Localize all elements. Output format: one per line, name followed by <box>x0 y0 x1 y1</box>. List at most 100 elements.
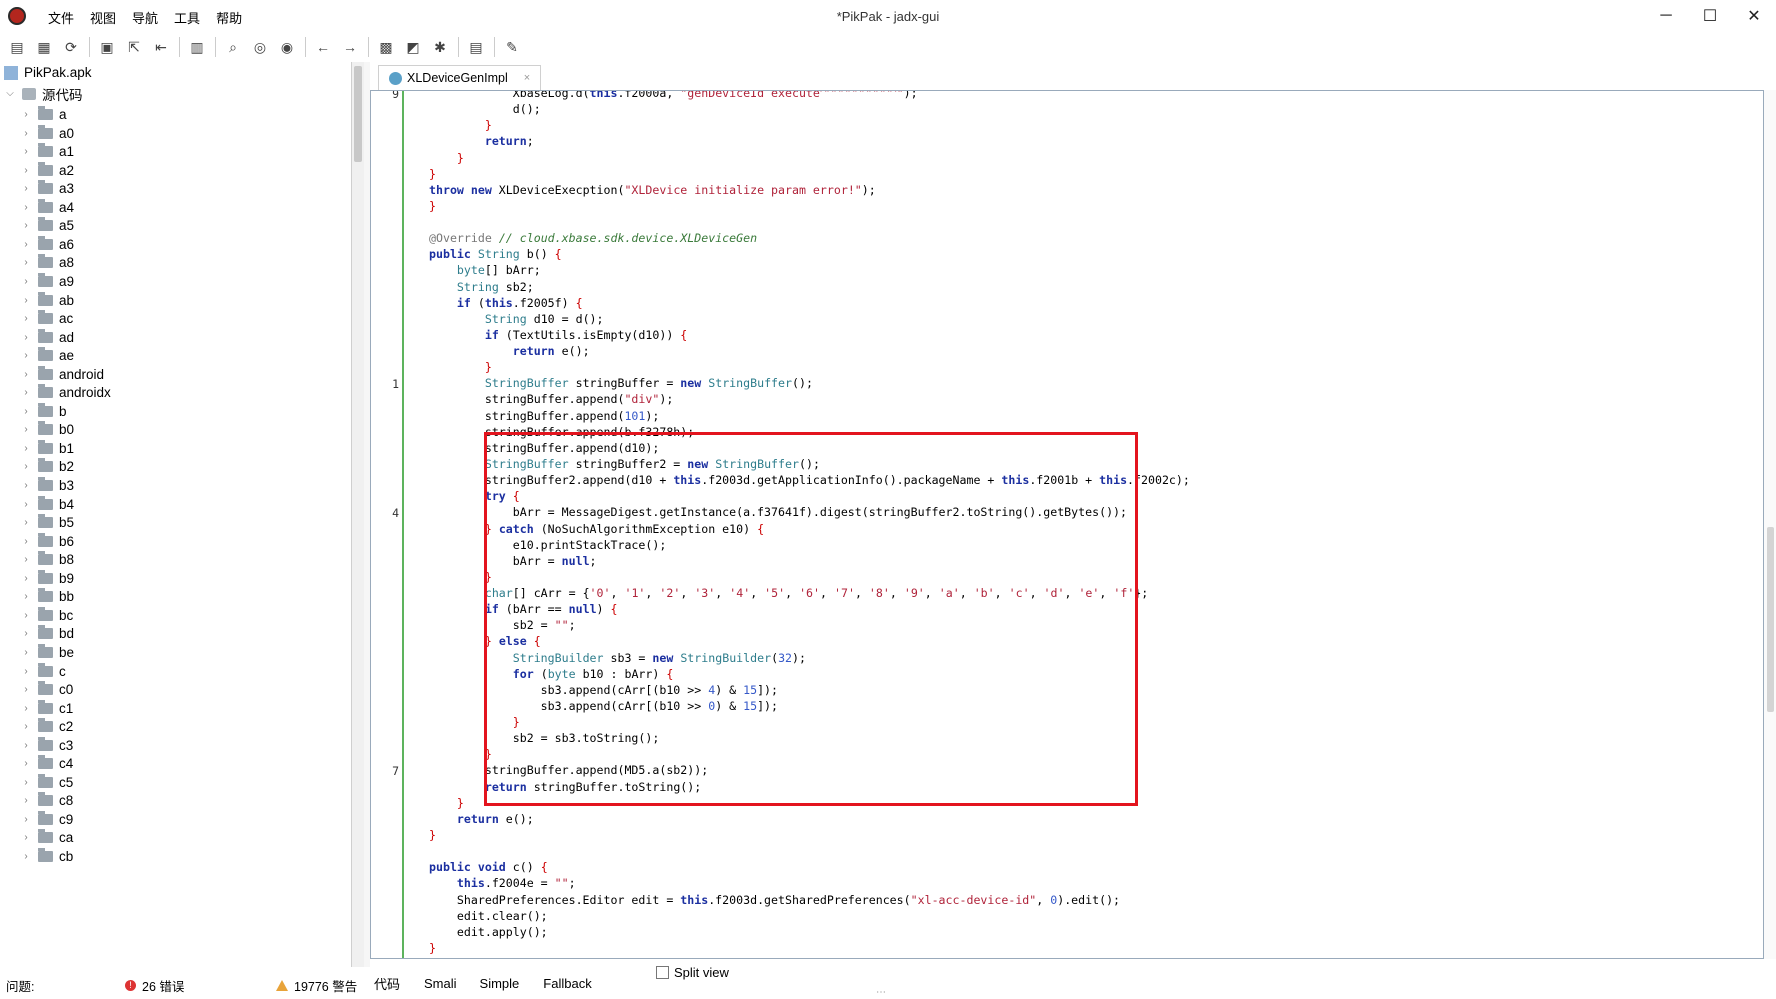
tree-package-cb[interactable]: › cb <box>0 846 350 867</box>
chevron-right-icon[interactable]: › <box>20 703 32 714</box>
chevron-right-icon[interactable]: › <box>20 369 32 380</box>
package-folder-icon <box>38 532 53 547</box>
close-tab-icon[interactable]: × <box>524 72 530 84</box>
tree-root[interactable]: PikPak.apk <box>0 62 350 83</box>
search-class-icon[interactable]: ◎ <box>249 36 271 58</box>
chevron-right-icon[interactable]: › <box>20 499 32 510</box>
menu-view[interactable]: 视图 <box>82 8 124 27</box>
chevron-right-icon[interactable]: › <box>20 684 32 695</box>
chevron-right-icon[interactable]: › <box>20 666 32 677</box>
chevron-right-icon[interactable]: › <box>20 851 32 862</box>
close-button[interactable]: ✕ <box>1732 0 1776 32</box>
chevron-right-icon[interactable]: › <box>20 610 32 621</box>
chevron-right-icon[interactable]: › <box>20 647 32 658</box>
chevron-right-icon[interactable]: › <box>20 443 32 454</box>
chevron-right-icon[interactable]: › <box>20 257 32 268</box>
chevron-right-icon[interactable]: › <box>20 424 32 435</box>
split-view-checkbox[interactable] <box>656 966 669 979</box>
split-view-toggle[interactable]: Split view <box>656 965 729 980</box>
chevron-right-icon[interactable]: › <box>20 814 32 825</box>
package-folder-icon <box>38 848 53 862</box>
chevron-right-icon[interactable]: › <box>20 295 32 306</box>
menu-file[interactable]: 文件 <box>40 8 82 27</box>
tree-scrollbar[interactable] <box>352 62 364 967</box>
chevron-right-icon[interactable]: › <box>20 591 32 602</box>
chevron-down-icon[interactable]: ⌵ <box>4 88 16 99</box>
sync-tree-icon[interactable]: ⇤ <box>150 36 172 58</box>
search-usage-icon[interactable]: ◉ <box>276 36 298 58</box>
menu-help[interactable]: 帮助 <box>208 8 250 27</box>
editor-scrollbar[interactable] <box>1764 90 1776 959</box>
code-line: edit.clear(); <box>429 908 548 923</box>
quark-icon[interactable]: ▩ <box>375 36 397 58</box>
chevron-right-icon[interactable]: › <box>20 517 32 528</box>
chevron-right-icon[interactable]: › <box>20 332 32 343</box>
chevron-right-icon[interactable]: › <box>20 461 32 472</box>
maximize-button[interactable]: ☐ <box>1688 0 1732 32</box>
code-line: } <box>484 118 492 133</box>
chevron-right-icon[interactable]: › <box>20 313 32 324</box>
chevron-right-icon[interactable]: › <box>20 220 32 231</box>
reload-icon[interactable]: ⟳ <box>60 36 82 58</box>
open-file-icon[interactable]: ▤ <box>6 36 28 58</box>
chevron-right-icon[interactable]: › <box>20 387 32 398</box>
chevron-right-icon[interactable]: › <box>20 832 32 843</box>
code-view[interactable]: 9 1 4 7 XbaseLog.d(this.f2000a, "genDeviceI… <box>370 90 1764 959</box>
deobfuscation-icon[interactable]: ◩ <box>402 36 424 58</box>
export-icon[interactable]: ⇱ <box>123 36 145 58</box>
chevron-right-icon[interactable]: › <box>20 758 32 769</box>
chevron-right-icon[interactable]: › <box>20 128 32 139</box>
tree-package-label: ca <box>59 830 74 846</box>
chevron-right-icon[interactable]: › <box>20 777 32 788</box>
resize-grip-icon[interactable]: ⋯ <box>876 987 886 998</box>
chevron-right-icon[interactable]: › <box>20 721 32 732</box>
chevron-right-icon[interactable]: › <box>20 109 32 120</box>
tab-fallback[interactable]: Fallback <box>543 976 591 991</box>
back-icon[interactable]: ← <box>312 36 334 58</box>
flatten-icon[interactable]: ▥ <box>186 36 208 58</box>
editor-scroll-thumb[interactable] <box>1767 527 1774 712</box>
chevron-right-icon[interactable]: › <box>20 183 32 194</box>
menu-tools[interactable]: 工具 <box>166 8 208 27</box>
warnings-indicator[interactable]: 19776 警告 <box>276 976 357 995</box>
chevron-right-icon[interactable]: › <box>20 628 32 639</box>
forward-icon[interactable]: → <box>339 36 361 58</box>
tab-simple[interactable]: Simple <box>480 976 520 991</box>
add-file-icon[interactable]: ▦ <box>33 36 55 58</box>
chevron-right-icon[interactable]: › <box>20 554 32 565</box>
chevron-right-icon[interactable]: › <box>20 276 32 287</box>
tab-label: XLDeviceGenImpl <box>407 71 508 85</box>
tree-package-label: b3 <box>59 478 75 493</box>
highlight-box <box>484 432 1138 806</box>
chevron-right-icon[interactable]: › <box>20 239 32 250</box>
save-icon[interactable]: ▣ <box>96 36 118 58</box>
toolbar-separator <box>368 37 369 57</box>
chevron-right-icon[interactable]: › <box>20 146 32 157</box>
tab-smali[interactable]: Smali <box>424 976 457 991</box>
errors-indicator[interactable]: ! 26 错误 <box>125 976 184 995</box>
chevron-right-icon[interactable]: › <box>20 165 32 176</box>
chevron-right-icon[interactable]: › <box>20 795 32 806</box>
tab-code[interactable]: 代码 <box>374 974 400 993</box>
debug-icon[interactable]: ✱ <box>429 36 451 58</box>
tab-xldevicegenimpl[interactable]: XLDeviceGenImpl × <box>378 65 542 90</box>
chevron-right-icon[interactable]: › <box>20 740 32 751</box>
chevron-right-icon[interactable]: › <box>20 573 32 584</box>
chevron-right-icon[interactable]: › <box>20 480 32 491</box>
menu-navigation[interactable]: 导航 <box>124 8 166 27</box>
code-line: return e(); <box>456 811 534 826</box>
chevron-right-icon[interactable]: › <box>20 202 32 213</box>
chevron-right-icon[interactable]: › <box>20 536 32 547</box>
chevron-right-icon[interactable]: › <box>20 406 32 417</box>
package-folder-icon <box>38 384 53 399</box>
preferences-icon[interactable]: ✎ <box>501 36 523 58</box>
tree-source-node[interactable]: ⌵ 源代码 <box>0 83 350 104</box>
tree-scroll-thumb[interactable] <box>354 66 362 162</box>
log-icon[interactable]: ▤ <box>465 36 487 58</box>
minimize-button[interactable]: ─ <box>1644 0 1688 32</box>
chevron-right-icon[interactable]: › <box>20 350 32 361</box>
tree-package-label: androidx <box>59 385 111 401</box>
code-line: public void c() { <box>429 860 548 875</box>
code-editor: XLDeviceGenImpl × 9 1 4 7 XbaseLog.d(this.f… <box>370 62 1776 967</box>
search-icon[interactable]: ⌕ <box>222 36 244 58</box>
